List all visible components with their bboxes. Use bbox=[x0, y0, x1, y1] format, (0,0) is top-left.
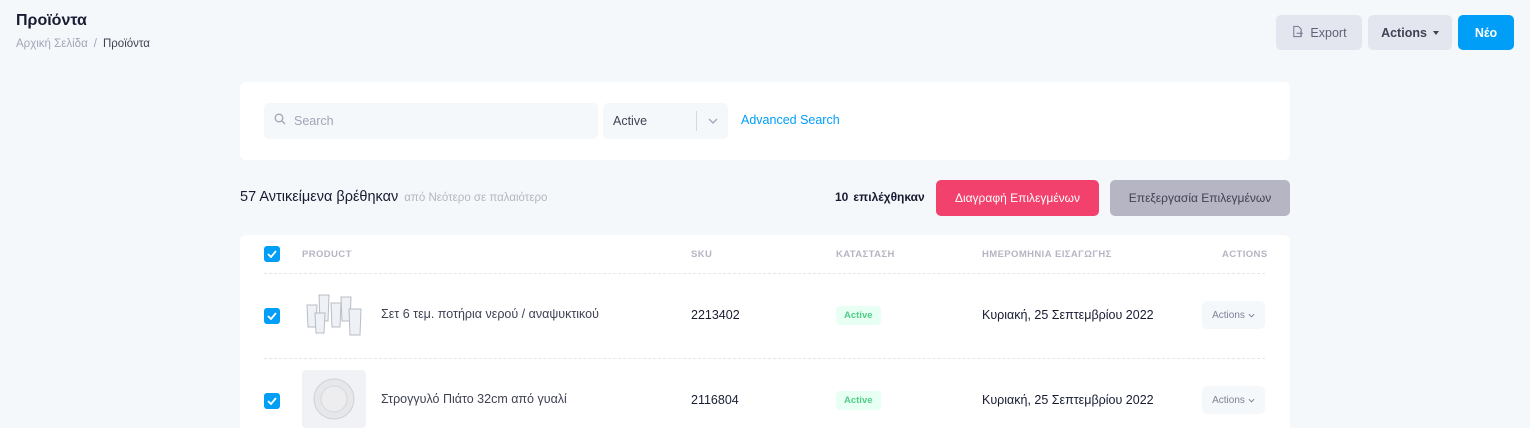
new-label: Νέο bbox=[1474, 25, 1498, 40]
glasses-image bbox=[302, 285, 366, 343]
breadcrumb-current: Προϊόντα bbox=[102, 38, 150, 50]
status-badge: Active bbox=[836, 391, 881, 410]
status-select-value: Active bbox=[613, 114, 648, 128]
product-sku: 2213402 bbox=[691, 308, 740, 322]
advanced-search-link[interactable]: Advanced Search bbox=[741, 113, 840, 127]
edit-selected-button[interactable]: Επεξεργασία Επιλεγμένων bbox=[1110, 180, 1290, 216]
selected-label: επιλέχθηκαν bbox=[853, 190, 925, 204]
product-sku: 2116804 bbox=[691, 393, 739, 407]
column-header-status[interactable]: ΚΑΤΑΣΤΑΣΗ bbox=[836, 249, 895, 260]
search-box[interactable] bbox=[264, 103, 598, 139]
row-divider bbox=[264, 273, 1265, 274]
search-card: Active Advanced Search bbox=[240, 82, 1290, 160]
caret-down-icon bbox=[1432, 30, 1439, 35]
check-icon bbox=[267, 250, 277, 258]
check-icon bbox=[267, 397, 277, 405]
actions-label: Actions bbox=[1381, 25, 1427, 40]
page-title: Προϊόντα bbox=[16, 12, 87, 29]
row-actions-button[interactable]: Actions bbox=[1202, 386, 1265, 414]
row-checkbox[interactable] bbox=[264, 308, 280, 324]
select-all-checkbox[interactable] bbox=[264, 246, 280, 262]
row-actions-label: Actions bbox=[1212, 309, 1245, 321]
column-header-actions: ACTIONS bbox=[1222, 249, 1268, 260]
search-input[interactable] bbox=[294, 114, 584, 128]
sort-order-text: από Νεότερο σε παλαιότερο bbox=[404, 192, 548, 204]
search-icon bbox=[274, 112, 286, 130]
column-header-date[interactable]: ΗΜΕΡΟΜΗΝΙΑ ΕΙΣΑΓΩΓΗΣ bbox=[982, 249, 1112, 260]
breadcrumb-separator: / bbox=[93, 38, 97, 50]
chevron-down-icon bbox=[697, 118, 728, 124]
export-icon bbox=[1291, 25, 1304, 41]
row-checkbox[interactable] bbox=[264, 393, 280, 409]
product-name[interactable]: Σετ 6 τεμ. ποτήρια νερού / αναψυκτικού bbox=[381, 307, 599, 321]
column-header-sku[interactable]: SKU bbox=[691, 249, 712, 260]
row-divider bbox=[264, 358, 1265, 359]
chevron-down-icon bbox=[1248, 313, 1255, 318]
row-actions-label: Actions bbox=[1212, 394, 1245, 406]
new-button[interactable]: Νέο bbox=[1458, 15, 1514, 50]
column-header-product[interactable]: PRODUCT bbox=[302, 249, 352, 260]
row-actions-button[interactable]: Actions bbox=[1202, 301, 1265, 329]
selected-count: 10 bbox=[835, 190, 849, 204]
delete-selected-button[interactable]: Διαγραφή Επιλεγμένων bbox=[936, 180, 1099, 216]
status-select[interactable]: Active bbox=[603, 103, 728, 139]
product-name[interactable]: Στρογγυλό Πιάτο 32cm από γυαλί bbox=[381, 392, 567, 406]
product-date: Κυριακή, 25 Σεπτεμβρίου 2022 bbox=[982, 393, 1154, 407]
selected-info: 10 επιλέχθηκαν bbox=[835, 190, 925, 204]
result-count: 57 Αντικείμενα βρέθηκαν από Νεότερο σε π… bbox=[240, 189, 547, 205]
result-count-text: 57 Αντικείμενα βρέθηκαν bbox=[240, 189, 399, 205]
export-button[interactable]: Export bbox=[1276, 15, 1362, 50]
product-date: Κυριακή, 25 Σεπτεμβρίου 2022 bbox=[982, 308, 1154, 322]
check-icon bbox=[267, 312, 277, 320]
chevron-down-icon bbox=[1248, 398, 1255, 403]
breadcrumb: Αρχική Σελίδα / Προϊόντα bbox=[16, 38, 150, 50]
products-table: PRODUCT SKU ΚΑΤΑΣΤΑΣΗ ΗΜΕΡΟΜΗΝΙΑ ΕΙΣΑΓΩΓ… bbox=[240, 235, 1290, 428]
export-label: Export bbox=[1310, 25, 1347, 40]
status-badge: Active bbox=[836, 306, 881, 325]
breadcrumb-home-link[interactable]: Αρχική Σελίδα bbox=[16, 38, 88, 50]
plate-image bbox=[302, 370, 366, 428]
actions-dropdown-button[interactable]: Actions bbox=[1368, 15, 1452, 50]
